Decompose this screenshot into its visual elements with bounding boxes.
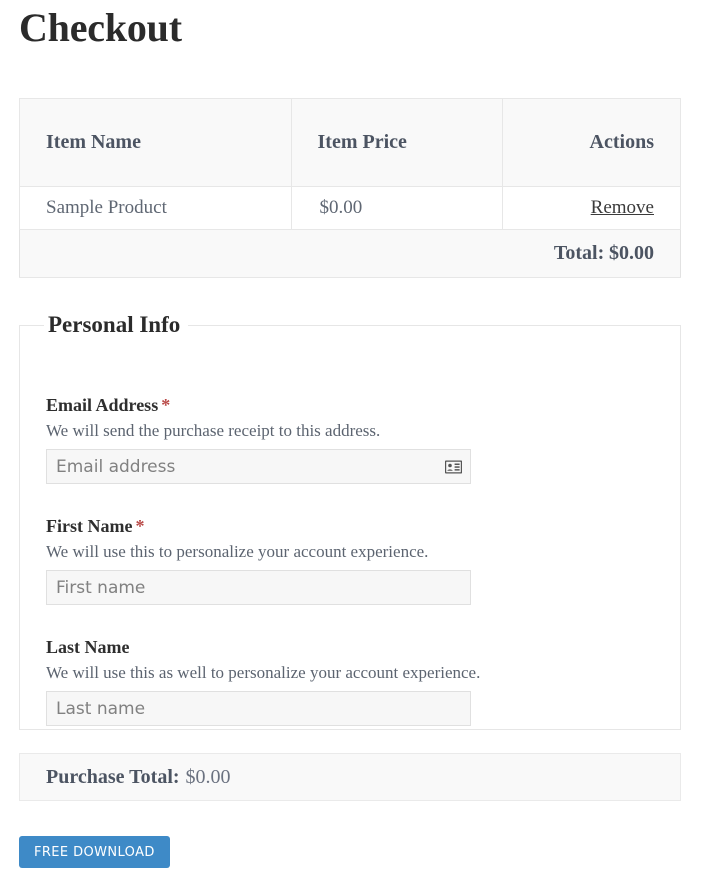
- table-footer-row: Total: $0.00: [20, 230, 681, 278]
- purchase-total-label: Purchase Total:: [46, 766, 180, 789]
- column-header-actions: Actions: [503, 99, 681, 187]
- table-header-row: Item Name Item Price Actions: [20, 99, 681, 187]
- cart-total-label: Total:: [554, 242, 604, 264]
- purchase-total-value: $0.00: [186, 766, 231, 789]
- email-field-description: We will send the purchase receipt to thi…: [46, 420, 471, 441]
- last-name-input-wrapper: [46, 691, 471, 726]
- cart-table: Item Name Item Price Actions Sample Prod…: [19, 98, 681, 278]
- first-name-field-description: We will use this to personalize your acc…: [46, 541, 471, 562]
- cell-actions: Remove: [503, 187, 681, 230]
- column-header-item-price: Item Price: [291, 99, 503, 187]
- first-name-field[interactable]: [46, 570, 471, 605]
- cart-table-body: Sample Product $0.00 Remove: [20, 187, 681, 230]
- cell-item-price: $0.00: [291, 187, 503, 230]
- cart-total-value: $0.00: [609, 242, 654, 264]
- last-name-label-text: Last Name: [46, 637, 130, 657]
- cell-item-name: Sample Product: [20, 187, 292, 230]
- first-name-input-wrapper: [46, 570, 471, 605]
- first-name-required-marker: *: [135, 516, 144, 536]
- field-group-email: Email Address* We will send the purchase…: [46, 394, 471, 484]
- free-download-button[interactable]: FREE DOWNLOAD: [19, 836, 170, 868]
- page-title: Checkout: [19, 2, 182, 54]
- personal-info-legend: Personal Info: [44, 312, 188, 338]
- email-field-label: Email Address*: [46, 394, 471, 416]
- table-row: Sample Product $0.00 Remove: [20, 187, 681, 230]
- cell-cart-total: Total: $0.00: [20, 230, 681, 278]
- email-field[interactable]: [46, 449, 471, 484]
- personal-info-fieldset: Personal Info Email Address* We will sen…: [19, 312, 681, 730]
- email-required-marker: *: [161, 395, 170, 415]
- field-group-first-name: First Name* We will use this to personal…: [46, 515, 471, 605]
- cart-table-foot: Total: $0.00: [20, 230, 681, 278]
- last-name-field-description: We will use this as well to personalize …: [46, 662, 480, 683]
- first-name-label-text: First Name: [46, 516, 132, 536]
- last-name-field-label: Last Name: [46, 636, 480, 658]
- email-input-wrapper: [46, 449, 471, 484]
- email-label-text: Email Address: [46, 395, 158, 415]
- remove-item-link[interactable]: Remove: [591, 197, 654, 218]
- first-name-field-label: First Name*: [46, 515, 471, 537]
- purchase-total-bar: Purchase Total: $0.00: [19, 753, 681, 801]
- last-name-field[interactable]: [46, 691, 471, 726]
- column-header-item-name: Item Name: [20, 99, 292, 187]
- field-group-last-name: Last Name We will use this as well to pe…: [46, 636, 480, 726]
- cart-table-head: Item Name Item Price Actions: [20, 99, 681, 187]
